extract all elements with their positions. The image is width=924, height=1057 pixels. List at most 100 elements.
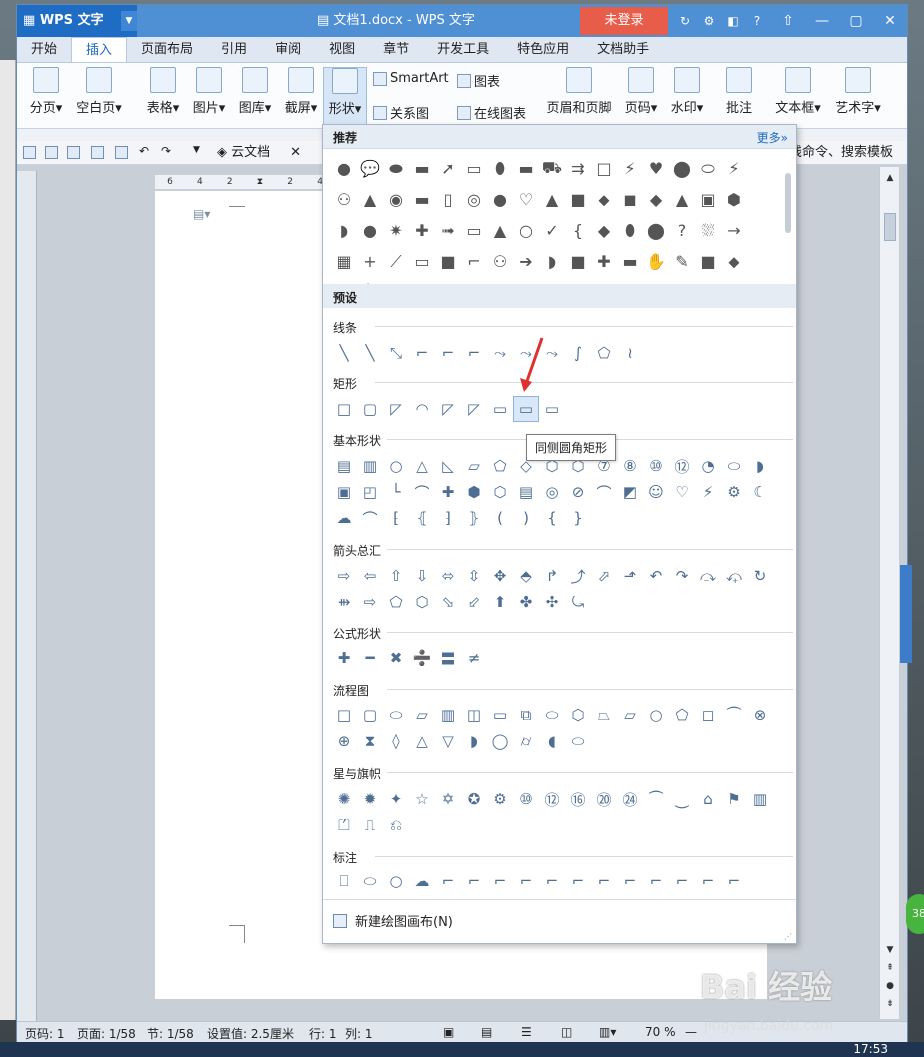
wps-app-menu-button[interactable]: ▦ WPS 文字 ▼ [17,5,137,37]
panel-scrollbar[interactable] [785,173,791,233]
shape-option-icon[interactable]: ✓ [539,215,565,246]
settings-icon[interactable]: ⚙ [697,14,721,28]
shape-option-icon[interactable]: ✚ [409,215,435,246]
tab-start[interactable]: 开始 [17,37,71,62]
shape-option-icon[interactable]: ▢ [357,702,383,728]
shape-option-icon[interactable]: ▦ [331,246,357,277]
shape-option-icon[interactable]: △ [409,728,435,754]
shape-option-icon[interactable]: ⎕ [331,868,357,894]
shape-option-icon[interactable]: ▲ [357,184,383,215]
shape-option-icon[interactable]: ◗ [747,453,773,479]
relation-chart-button[interactable]: 关系图 [373,103,429,122]
shape-option-icon[interactable]: ━ [357,645,383,671]
shape-option-icon[interactable]: ♥ [643,153,669,184]
shape-option-icon[interactable]: ◺ [435,453,461,479]
shape-option-icon[interactable]: ▣ [695,184,721,215]
qat-dropdown-icon[interactable]: ▼ [193,145,200,155]
shape-option-icon[interactable]: ⬏ [617,563,643,589]
shape-option-icon[interactable]: ✷ [383,215,409,246]
shape-option-icon[interactable]: ⬆ [487,589,513,615]
shape-option-icon[interactable]: ▢ [357,396,383,422]
shape-option-icon[interactable]: ♡ [669,479,695,505]
shape-option-icon[interactable]: ⌐ [461,246,487,277]
shape-option-icon[interactable]: ■ [695,246,721,277]
shape-option-icon[interactable]: ⤽ [721,563,747,589]
full-screen-icon[interactable]: ▣ [443,1025,454,1039]
shape-option-icon[interactable]: ☺ [643,479,669,505]
shape-option-icon[interactable]: ∫ [565,340,591,366]
shape-option-icon[interactable]: ■ [565,184,591,215]
shape-option-icon[interactable]: ⎌ [383,812,409,838]
shape-option-icon[interactable]: ⌐ [435,868,461,894]
shape-option-icon[interactable]: ⌐ [565,868,591,894]
shape-option-icon[interactable]: ⬀ [591,563,617,589]
shape-option-icon[interactable]: ○ [643,702,669,728]
shape-option-icon[interactable]: ⑩ [643,453,669,479]
shape-option-icon[interactable]: ㉔ [617,786,643,812]
undo-icon[interactable]: ↶ [139,144,149,158]
shape-option-icon[interactable]: ↻ [747,563,773,589]
shape-option-icon[interactable]: ⊕ [331,728,357,754]
online-chart-button[interactable]: 在线图表 [457,103,526,122]
maximize-button[interactable]: ▢ [839,5,873,37]
export-icon[interactable] [67,146,80,159]
indent-marker-icon[interactable]: ⧗ [257,177,263,187]
shape-option-icon[interactable]: ◫ [461,702,487,728]
shape-option-icon[interactable]: ➔ [513,246,539,277]
side-panel-toggle[interactable] [900,565,912,663]
shape-option-icon[interactable]: ◻ [695,702,721,728]
watermark-button[interactable]: 水印▾ [665,67,709,116]
shape-option-icon[interactable]: ◸ [461,396,487,422]
shape-option-icon[interactable]: ⬤ [669,153,695,184]
shape-option-icon[interactable]: ◗ [461,728,487,754]
shape-option-icon[interactable]: ⬭ [383,702,409,728]
shape-option-icon[interactable]: ◯ [487,728,513,754]
shape-option-icon[interactable]: ⬠ [487,453,513,479]
scroll-thumb[interactable] [884,213,896,241]
shape-option-icon[interactable]: { [539,505,565,531]
shape-option-icon[interactable]: ✪ [461,786,487,812]
shape-option-icon[interactable]: ≠ [461,645,487,671]
shape-option-icon[interactable]: ↶ [643,563,669,589]
wordart-button[interactable]: 艺术字▾ [829,67,887,116]
shape-option-icon[interactable]: └ [383,479,409,505]
shape-option-icon[interactable]: □ [331,396,357,422]
page-break-button[interactable]: 分页▾ [23,67,69,116]
shape-option-icon[interactable]: ▬ [617,246,643,277]
more-shapes-link[interactable]: 更多» [757,129,788,146]
smartart-button[interactable]: SmartArt [373,71,449,86]
shape-option-icon[interactable]: ⧉ [513,702,539,728]
shape-option-icon[interactable]: ▽ [435,728,461,754]
shape-option-icon[interactable]: ⬠ [591,340,617,366]
shape-option-icon[interactable]: ⌐ [695,868,721,894]
resize-grip-icon[interactable]: ⋰ [784,932,792,941]
shape-option-icon[interactable]: ⬭ [695,153,721,184]
shape-option-icon[interactable]: ⤴ [565,563,591,589]
shape-option-icon[interactable]: ● [357,215,383,246]
reading-mode-icon[interactable]: ▥▾ [599,1025,616,1039]
status-row[interactable]: 行: 1 [309,1025,337,1042]
print-preview-icon[interactable] [115,146,128,159]
shape-option-icon[interactable]: ⬠ [383,589,409,615]
shape-option-icon[interactable]: ≀ [617,340,643,366]
save-icon[interactable] [45,146,58,159]
shape-option-icon[interactable]: ☁ [331,505,357,531]
shape-option-icon[interactable]: ⌂ [695,786,721,812]
blank-page-button[interactable]: 空白页▾ [71,67,127,116]
shape-option-icon[interactable]: ✎ [669,246,695,277]
shape-option-icon[interactable]: ◼ [617,184,643,215]
shape-option-icon[interactable]: ⌒ [357,505,383,531]
shape-option-icon[interactable]: ⬭ [721,453,747,479]
shape-option-icon[interactable]: ⑯ [565,786,591,812]
shape-option-icon[interactable]: → [721,215,747,246]
shape-option-icon[interactable]: 〓 [435,645,461,671]
shape-option-icon[interactable]: ☁ [409,868,435,894]
tab-references[interactable]: 引用 [207,37,261,62]
shape-option-icon[interactable]: ╲ [331,340,357,366]
shape-option-icon[interactable]: ✖ [383,645,409,671]
shape-option-icon[interactable]: ▲ [669,184,695,215]
shape-option-icon[interactable]: ○ [383,453,409,479]
textbox-button[interactable]: 文本框▾ [769,67,827,116]
refresh-icon[interactable]: ↻ [673,14,697,28]
shape-option-icon[interactable]: ▭ [409,246,435,277]
